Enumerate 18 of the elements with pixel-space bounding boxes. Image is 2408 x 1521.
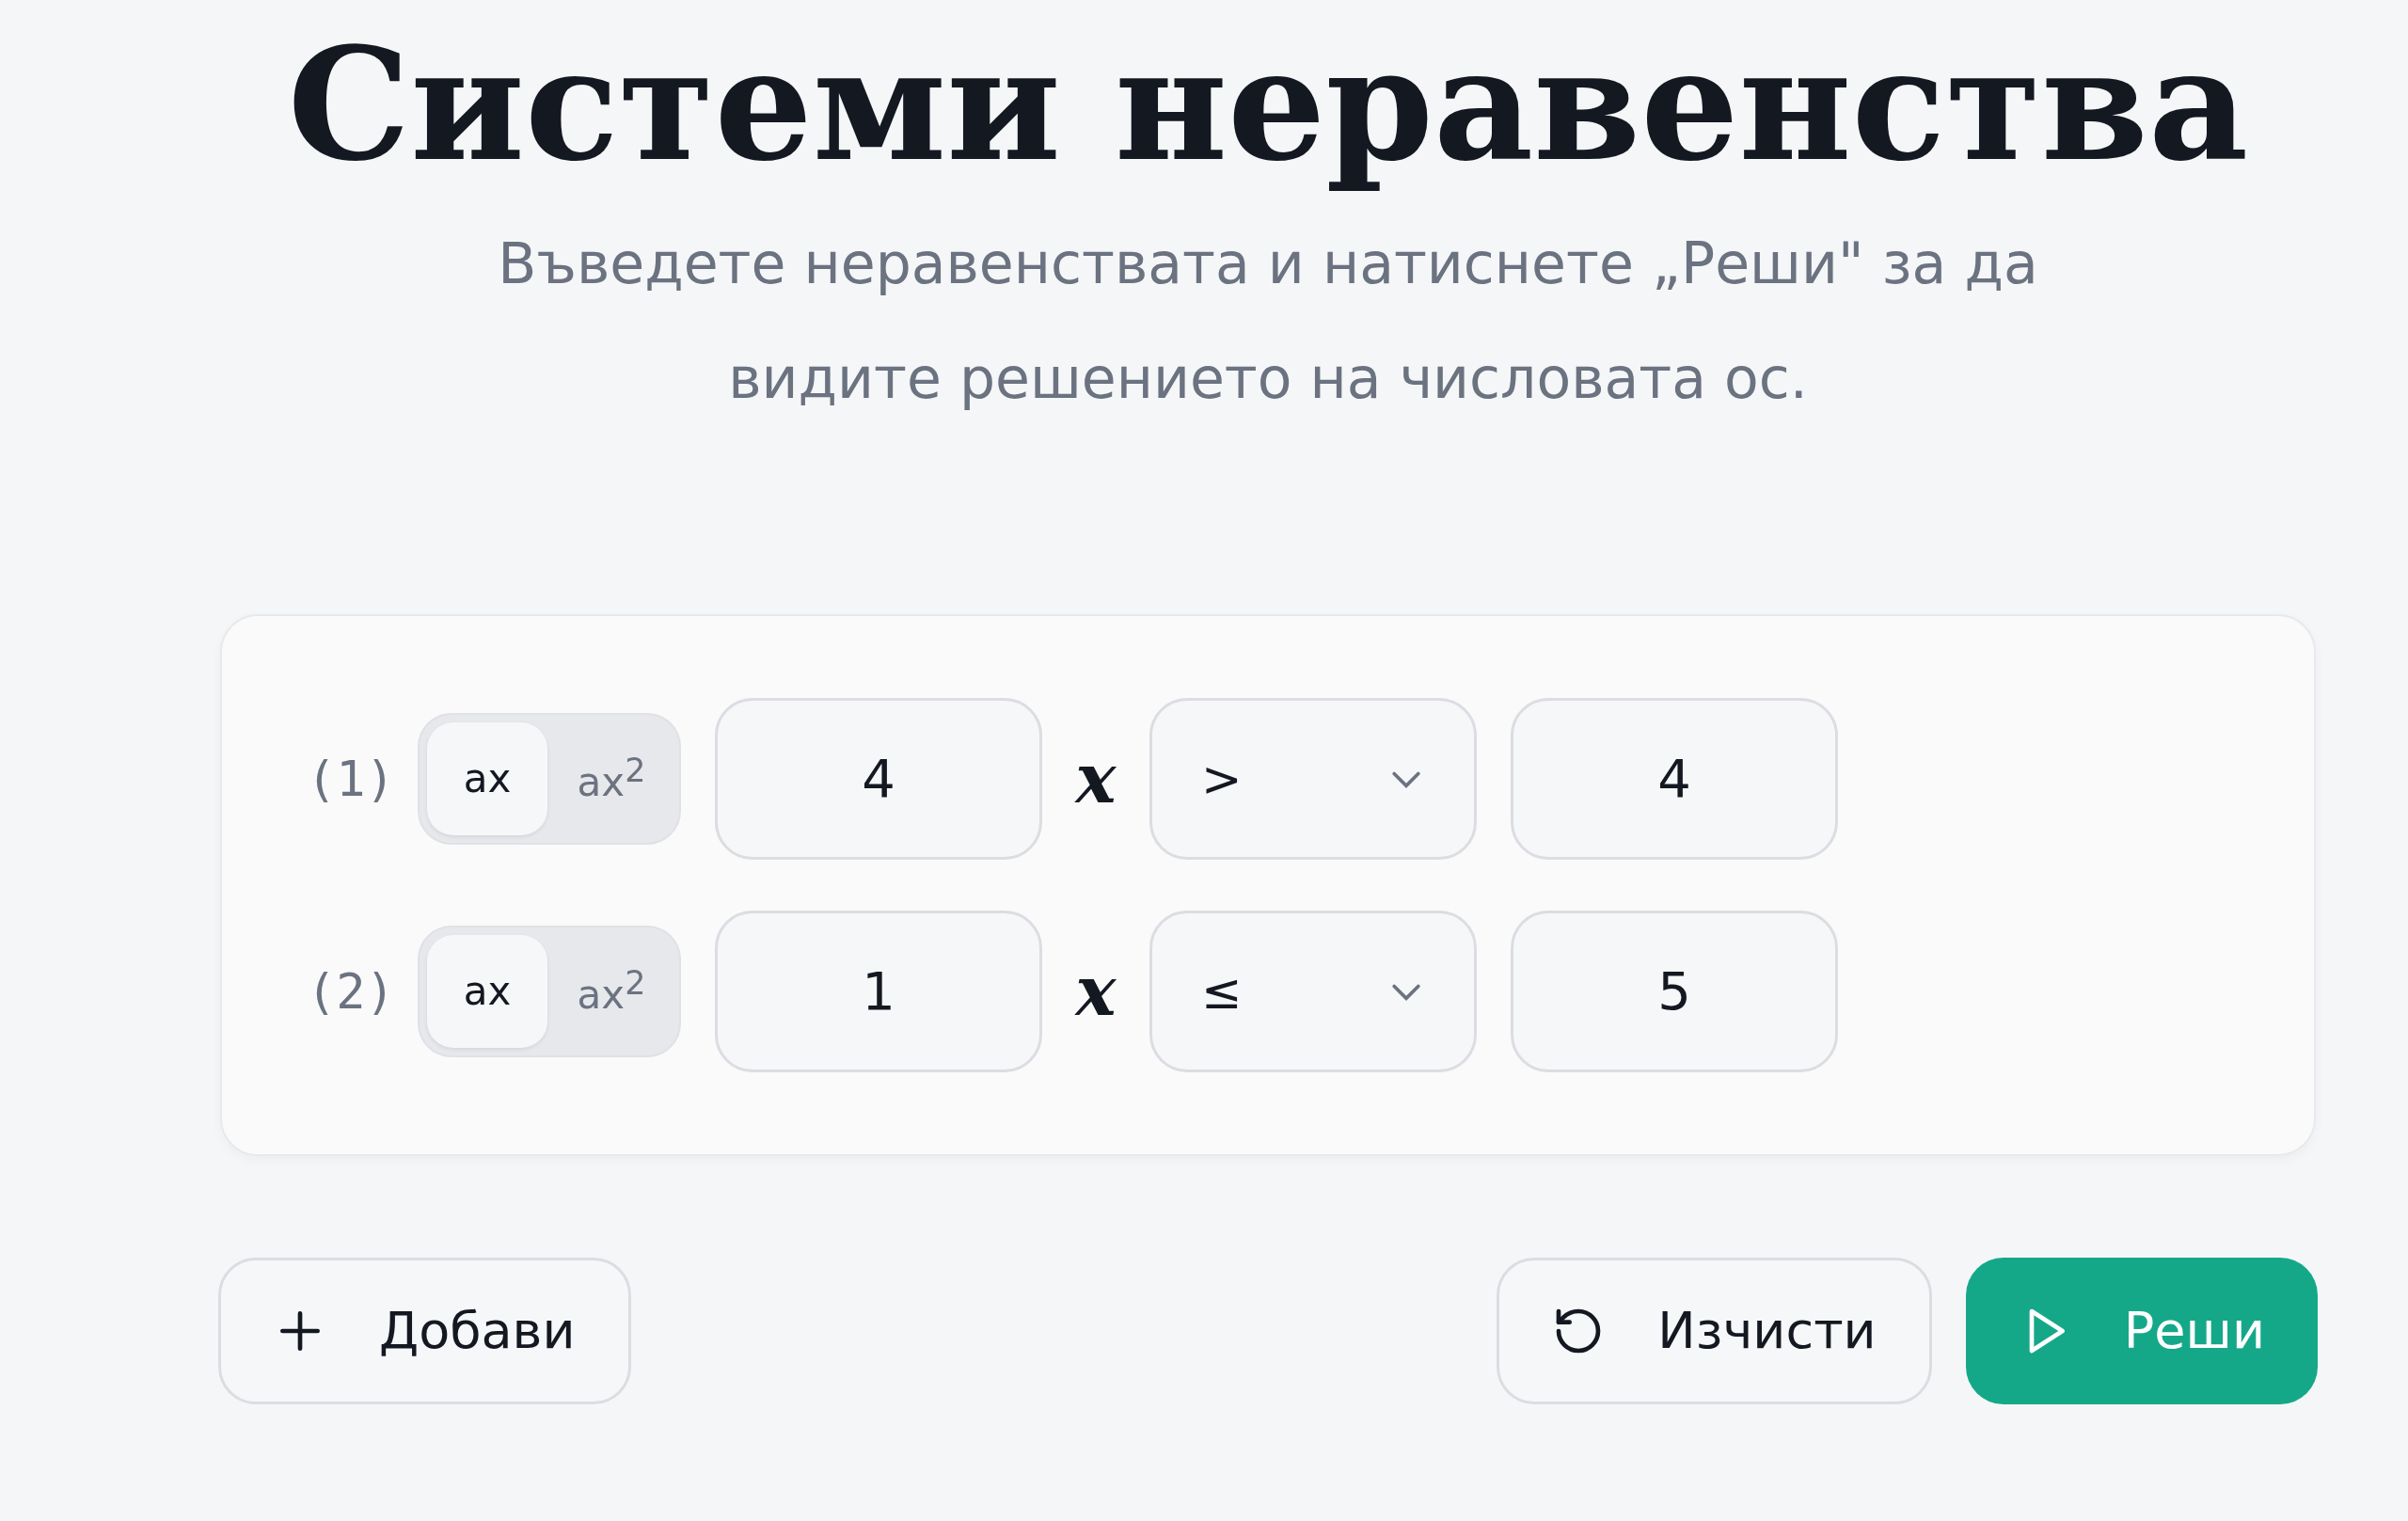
add-button[interactable]: Добави [218,1257,631,1404]
page-title: Системи неравенства [286,13,2250,198]
mode-option[interactable]: ax$^{2}$ [551,934,672,1048]
variable-label: x [1073,951,1117,1032]
coefficient-field[interactable]: 4 [715,697,1042,860]
clear-button[interactable]: Изчисти [1497,1257,1932,1404]
coefficient-field[interactable]: 1 [715,910,1042,1072]
row-index: (2) [307,962,396,1020]
value-field[interactable]: 5 [1511,910,1838,1072]
row-index: (1) [307,750,396,807]
page-subtitle: Въведете неравенствата и натиснете „Реши" за да видите решението на числовата ос. [497,229,2039,413]
operator-select[interactable]: ≤ [1149,910,1477,1072]
operator-select[interactable]: > [1149,697,1477,860]
variable-label: x [1073,738,1117,819]
mode-option[interactable]: ax$^{2}$ [551,721,672,835]
mode-option[interactable]: ax [427,934,547,1048]
mode-option[interactable]: ax [427,721,547,835]
value-field[interactable]: 4 [1511,697,1838,860]
